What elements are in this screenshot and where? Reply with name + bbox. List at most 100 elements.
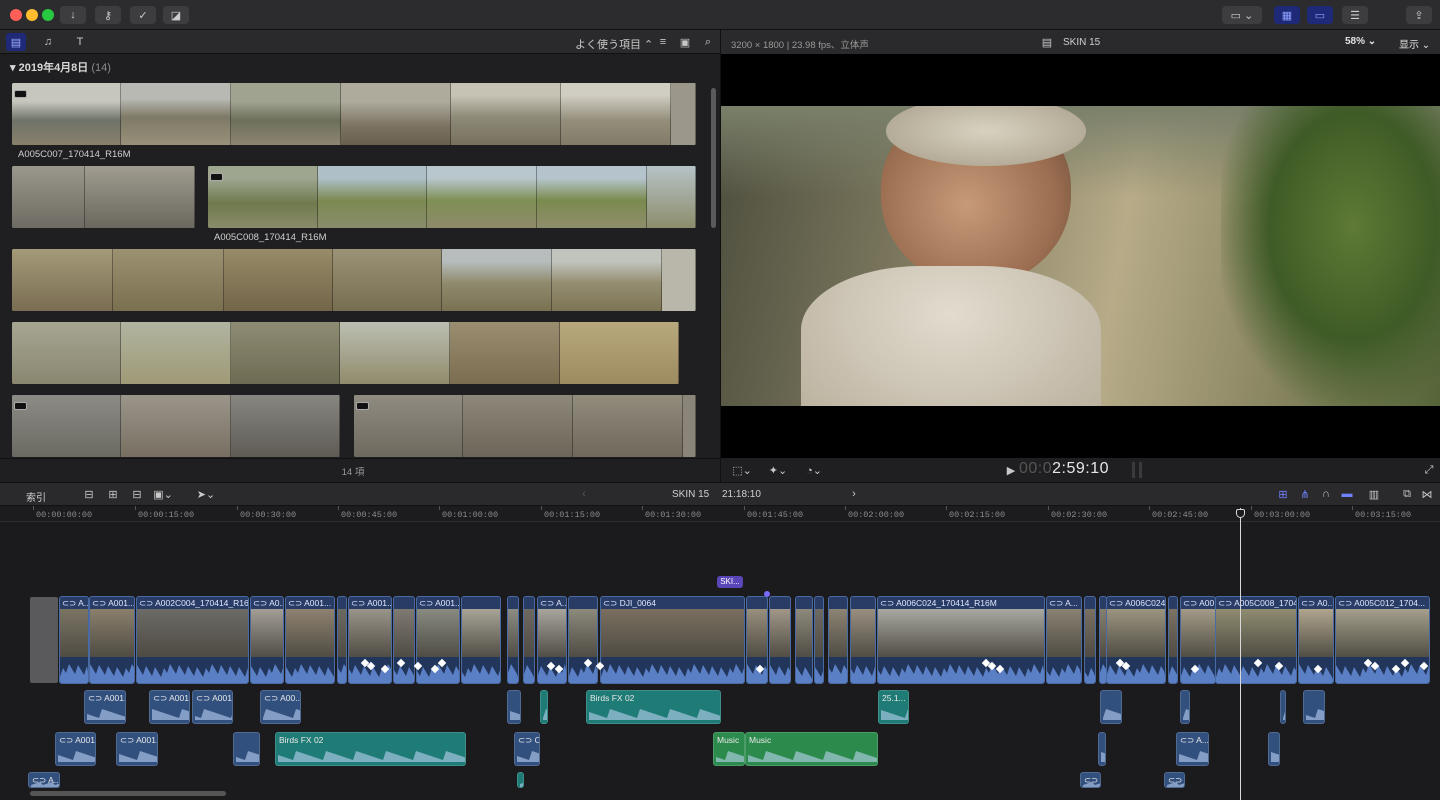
zoom-dropdown[interactable]: 58% ⌄ (1345, 36, 1376, 47)
connected-audio-clip[interactable]: ⊂⊃ A001... (149, 690, 190, 724)
close-window-button[interactable] (10, 9, 22, 21)
timeline-ruler[interactable]: 00:00:00:00 00:00:15:00 00:00:30:00 00:00:4… (0, 506, 1440, 522)
audio-skimming-icon[interactable]: ⋔ (1296, 486, 1314, 502)
clip-filmstrip[interactable] (12, 249, 696, 311)
connected-audio-clip[interactable] (1268, 732, 1280, 766)
connected-audio-clip[interactable]: Music (745, 732, 878, 766)
connected-audio-clip[interactable]: Birds FX 02 (275, 732, 466, 766)
select-tool-dropdown[interactable]: ➤⌄ (194, 486, 218, 502)
view-options-dropdown[interactable]: 显示 ⌄ (1399, 36, 1430, 51)
connected-audio-clip[interactable]: ⊂⊃ A (1080, 772, 1101, 788)
skimming-icon[interactable]: ⊞ (1274, 486, 1292, 502)
snapping-icon[interactable]: ▬ (1338, 486, 1356, 502)
timecode-display[interactable]: 00:02:59:10 (1019, 460, 1109, 478)
storyline-clip[interactable]: ⊂⊃ A006C024... (1106, 596, 1166, 684)
solo-icon[interactable]: ∩ (1317, 486, 1335, 502)
clip-filmstrip[interactable] (12, 322, 679, 384)
connected-audio-clip[interactable] (1280, 690, 1286, 724)
search-icon[interactable]: ⌕ (700, 33, 716, 51)
storyline-clip[interactable]: ⊂⊃ A005C012_1704... (1335, 596, 1430, 684)
transitions-browser-icon[interactable]: ⋈ (1418, 486, 1436, 502)
storyline-clip[interactable] (393, 596, 415, 684)
storyline-clip[interactable]: ⊂⊃ A00... (1180, 596, 1216, 684)
storyline-clip[interactable]: ⊂⊃ A005C008_1704... (1215, 596, 1297, 684)
fullscreen-icon[interactable]: ⤢ (1421, 462, 1437, 478)
share-button[interactable]: ⇪ (1406, 6, 1432, 24)
connected-audio-clip[interactable]: 25.1... (878, 690, 909, 724)
connected-audio-clip[interactable]: ⊂⊃ A00... (260, 690, 301, 724)
storyline-clip[interactable] (523, 596, 535, 684)
storyline-clip[interactable] (769, 596, 791, 684)
storyline-clip[interactable] (850, 596, 876, 684)
connected-audio-clip[interactable]: ⊂⊃ A (1164, 772, 1185, 788)
retime-dropdown[interactable]: ◔⌄ (801, 462, 827, 478)
clip-appearance-icon[interactable]: ▥ (1365, 486, 1383, 502)
clip-filmstrip[interactable] (208, 166, 696, 228)
titles-generators-icon[interactable]: T (70, 33, 90, 51)
storyline-clip[interactable]: ⊂⊃ A001... (416, 596, 460, 684)
browser-scrollbar[interactable] (711, 88, 716, 228)
play-button[interactable]: ▶ (1005, 462, 1017, 478)
zoom-window-button[interactable] (42, 9, 54, 21)
connected-audio-clip[interactable] (1180, 690, 1190, 724)
storyline-clip[interactable] (507, 596, 519, 684)
transform-dropdown[interactable]: ⬚⌄ (729, 462, 755, 478)
storyline-clip[interactable] (814, 596, 824, 684)
connected-audio-clip[interactable] (233, 732, 260, 766)
background-tasks-button[interactable]: ✓ (130, 6, 156, 24)
storyline-clip[interactable]: ⊂⊃ A001... (89, 596, 135, 684)
effects-browser-icon[interactable]: ⧉ (1398, 486, 1416, 502)
browser-toggle-button[interactable]: ▦ (1274, 6, 1300, 24)
forward-icon[interactable]: › (848, 486, 860, 502)
connected-audio-clip[interactable]: ⊂⊃ A001... (55, 732, 96, 766)
storyline-clip[interactable]: ⊂⊃ A002C004_170414_R16M (136, 596, 249, 684)
overwrite-clip-dropdown[interactable]: ▣⌄ (150, 486, 176, 502)
storyline-clip[interactable]: ⊂⊃ DJI_0064 (600, 596, 745, 684)
timeline-toggle-button[interactable]: ▭ (1307, 6, 1333, 24)
list-view-icon[interactable]: ≡ (655, 33, 671, 51)
minimize-window-button[interactable] (26, 9, 38, 21)
timeline-scrollbar[interactable] (30, 791, 226, 796)
storyline-clip[interactable] (461, 596, 501, 684)
tag-button[interactable]: ◪ (163, 6, 189, 24)
libraries-icon[interactable]: ▤ (6, 33, 26, 51)
marker-label[interactable]: SKI... (717, 576, 743, 588)
connected-audio-clip[interactable]: ⊂⊃ A... (1176, 732, 1209, 766)
keywords-button[interactable]: ⚷ (95, 6, 121, 24)
storyline-clip[interactable] (828, 596, 848, 684)
connected-audio-clip[interactable]: ⊂⊃ A001... (192, 690, 233, 724)
back-icon[interactable]: ‹ (578, 486, 590, 502)
connected-audio-clip[interactable]: ⊂⊃ A001... (84, 690, 126, 724)
filmstrip-view-icon[interactable]: ▣ (677, 33, 693, 51)
connected-audio-clip[interactable]: ⊂⊃ Car... (514, 732, 540, 766)
clip-filmstrip[interactable] (12, 83, 696, 145)
filter-dropdown[interactable]: よく使う項目 ⌃ (575, 36, 653, 52)
clip-filmstrip[interactable] (12, 166, 195, 228)
connected-audio-clip[interactable] (1098, 732, 1106, 766)
storyline-clip[interactable]: ⊂⊃ A... (59, 596, 89, 684)
connect-clip-icon[interactable]: ⊟ (80, 486, 98, 502)
storyline-clip[interactable] (568, 596, 598, 684)
storyline-clip[interactable] (1084, 596, 1096, 684)
storyline-clip[interactable] (337, 596, 347, 684)
append-clip-icon[interactable]: ⊟ (128, 486, 146, 502)
connected-audio-clip[interactable]: Music (713, 732, 745, 766)
clip-filmstrip[interactable] (12, 395, 340, 457)
import-button[interactable]: ↓ (60, 6, 86, 24)
date-group-header[interactable]: ▾ 2019年4月8日 (14) (10, 59, 111, 75)
connected-audio-clip[interactable]: ⊂⊃ A001... (116, 732, 158, 766)
connected-audio-clip[interactable] (1100, 690, 1122, 724)
enhancements-dropdown[interactable]: ✦⌄ (765, 462, 791, 478)
storyline-clip[interactable]: ⊂⊃ A0... (250, 596, 284, 684)
storyline-clip[interactable]: ⊂⊃ A001... (285, 596, 335, 684)
clip-filmstrip[interactable] (354, 395, 696, 457)
storyline-clip[interactable]: ⊂⊃ A... (1046, 596, 1082, 684)
gap-clip[interactable] (30, 597, 58, 683)
connected-audio-clip[interactable] (1303, 690, 1325, 724)
inspector-toggle-button[interactable]: ☰ (1342, 6, 1368, 24)
connected-audio-clip[interactable]: Birds FX 02 (586, 690, 721, 724)
insert-clip-icon[interactable]: ⊞ (104, 486, 122, 502)
storyline-clip[interactable] (795, 596, 813, 684)
connected-audio-clip[interactable] (517, 772, 524, 788)
connected-audio-clip[interactable]: ⊂⊃ A... (28, 772, 60, 788)
